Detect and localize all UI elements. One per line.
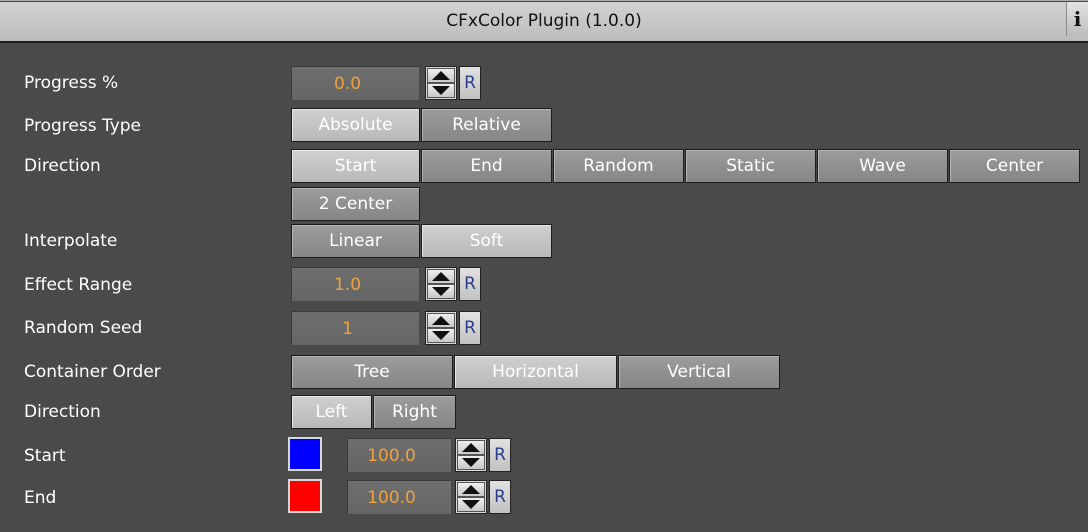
increment-icon[interactable]: [427, 269, 455, 284]
start-color-swatch[interactable]: [288, 437, 322, 471]
effect-range-field[interactable]: 1.0: [291, 267, 419, 301]
effect-range-stepper-icon[interactable]: [425, 267, 457, 301]
decrement-icon[interactable]: [457, 497, 485, 512]
plugin-panel: CFxColor Plugin (1.0.0) i Progress % 0.0…: [0, 0, 1088, 532]
progress-field[interactable]: 0.0: [291, 66, 419, 100]
end-color-swatch[interactable]: [288, 479, 322, 513]
label-progress: Progress %: [24, 73, 119, 93]
increment-icon[interactable]: [457, 482, 485, 497]
decrement-icon[interactable]: [427, 83, 455, 98]
effect-range-reset-button[interactable]: R: [459, 267, 481, 301]
direction-static-button[interactable]: Static: [685, 149, 816, 183]
decrement-icon[interactable]: [427, 284, 455, 299]
label-progress-type: Progress Type: [24, 116, 141, 136]
container-order-tree-button[interactable]: Tree: [291, 355, 453, 389]
increment-icon[interactable]: [427, 313, 455, 328]
container-order-horizontal-button[interactable]: Horizontal: [454, 355, 617, 389]
end-stepper-icon[interactable]: [455, 480, 487, 514]
progress-reset-button[interactable]: R: [459, 66, 481, 100]
direction-2-center-button[interactable]: 2 Center: [291, 187, 420, 221]
progress-type-relative-button[interactable]: Relative: [421, 108, 552, 142]
interpolate-soft-button[interactable]: Soft: [421, 224, 552, 258]
label-direction: Direction: [24, 156, 101, 176]
end-alpha-field[interactable]: 100.0: [347, 480, 451, 514]
increment-icon[interactable]: [457, 440, 485, 455]
progress-stepper-icon[interactable]: [425, 66, 457, 100]
direction-random-button[interactable]: Random: [553, 149, 684, 183]
interpolate-linear-button[interactable]: Linear: [291, 224, 420, 258]
decrement-icon[interactable]: [457, 455, 485, 470]
title-bar: CFxColor Plugin (1.0.0) i: [0, 2, 1088, 43]
direction-right-button[interactable]: Right: [373, 395, 456, 429]
random-seed-field[interactable]: 1: [291, 311, 419, 345]
info-icon[interactable]: i: [1066, 2, 1088, 36]
label-effect-range: Effect Range: [24, 275, 133, 295]
start-stepper-icon[interactable]: [455, 438, 487, 472]
label-interpolate: Interpolate: [24, 231, 118, 251]
direction-center-button[interactable]: Center: [949, 149, 1080, 183]
label-direction-lr: Direction: [24, 402, 101, 422]
increment-icon[interactable]: [427, 68, 455, 83]
direction-wave-button[interactable]: Wave: [817, 149, 948, 183]
window-title: CFxColor Plugin (1.0.0): [446, 11, 642, 31]
random-seed-reset-button[interactable]: R: [459, 311, 481, 345]
label-end: End: [24, 488, 57, 508]
direction-start-button[interactable]: Start: [291, 149, 420, 183]
end-reset-button[interactable]: R: [489, 480, 511, 514]
random-seed-stepper-icon[interactable]: [425, 311, 457, 345]
decrement-icon[interactable]: [427, 328, 455, 343]
direction-end-button[interactable]: End: [421, 149, 552, 183]
container-order-vertical-button[interactable]: Vertical: [618, 355, 780, 389]
label-random-seed: Random Seed: [24, 318, 143, 338]
progress-type-absolute-button[interactable]: Absolute: [291, 108, 420, 142]
label-start: Start: [24, 446, 66, 466]
start-reset-button[interactable]: R: [489, 438, 511, 472]
direction-left-button[interactable]: Left: [291, 395, 372, 429]
label-container-order: Container Order: [24, 362, 161, 382]
start-alpha-field[interactable]: 100.0: [347, 438, 451, 472]
